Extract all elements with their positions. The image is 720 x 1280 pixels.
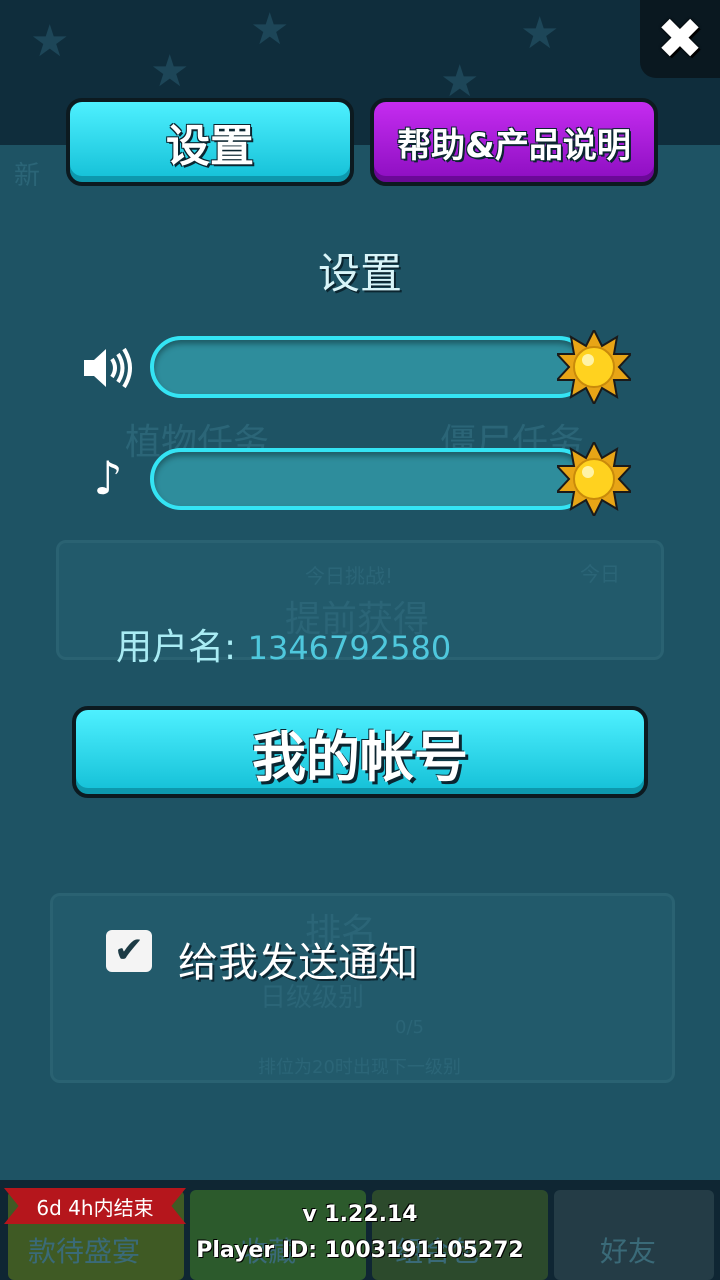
username-label: 用户名:	[116, 627, 237, 668]
star-icon: ★	[520, 8, 560, 59]
music-note-icon: ♪	[93, 451, 123, 505]
star-icon: ★	[250, 4, 290, 55]
close-icon: ✖	[656, 6, 704, 72]
check-icon: ✔	[113, 930, 145, 971]
tab-settings[interactable]: 设置	[66, 98, 354, 186]
settings-title: 设置	[317, 249, 402, 298]
notifications-label: 给我发送通知	[178, 940, 418, 986]
background-text: 排位为20时出现下一级别	[258, 1057, 461, 1078]
background-text: 新	[14, 161, 41, 191]
sound-slider-sun-handle[interactable]	[557, 330, 631, 404]
music-slider-sun-handle[interactable]	[557, 442, 631, 516]
version-text: v 1.22.14	[302, 1202, 418, 1227]
tab-help[interactable]: 帮助&产品说明	[370, 98, 658, 186]
notifications-checkbox[interactable]: ✔	[106, 930, 152, 972]
background-text: 0/5	[395, 1017, 424, 1038]
sound-volume-slider[interactable]	[150, 336, 590, 398]
music-volume-slider[interactable]	[150, 448, 590, 510]
player-id-text: Player ID: 1003191105272	[196, 1238, 524, 1263]
close-button[interactable]: ✖	[640, 0, 720, 78]
username-row: 用户名: 1346792580	[116, 618, 451, 670]
volume-icon	[80, 340, 136, 396]
my-account-button[interactable]: 我的帐号	[72, 706, 648, 798]
star-icon: ★	[30, 16, 70, 67]
background-text: 今日	[580, 562, 620, 586]
background-text: 今日挑战!	[305, 564, 394, 588]
username-value: 1346792580	[247, 629, 452, 667]
star-icon: ★	[150, 46, 190, 97]
speaker-icon	[84, 347, 132, 389]
